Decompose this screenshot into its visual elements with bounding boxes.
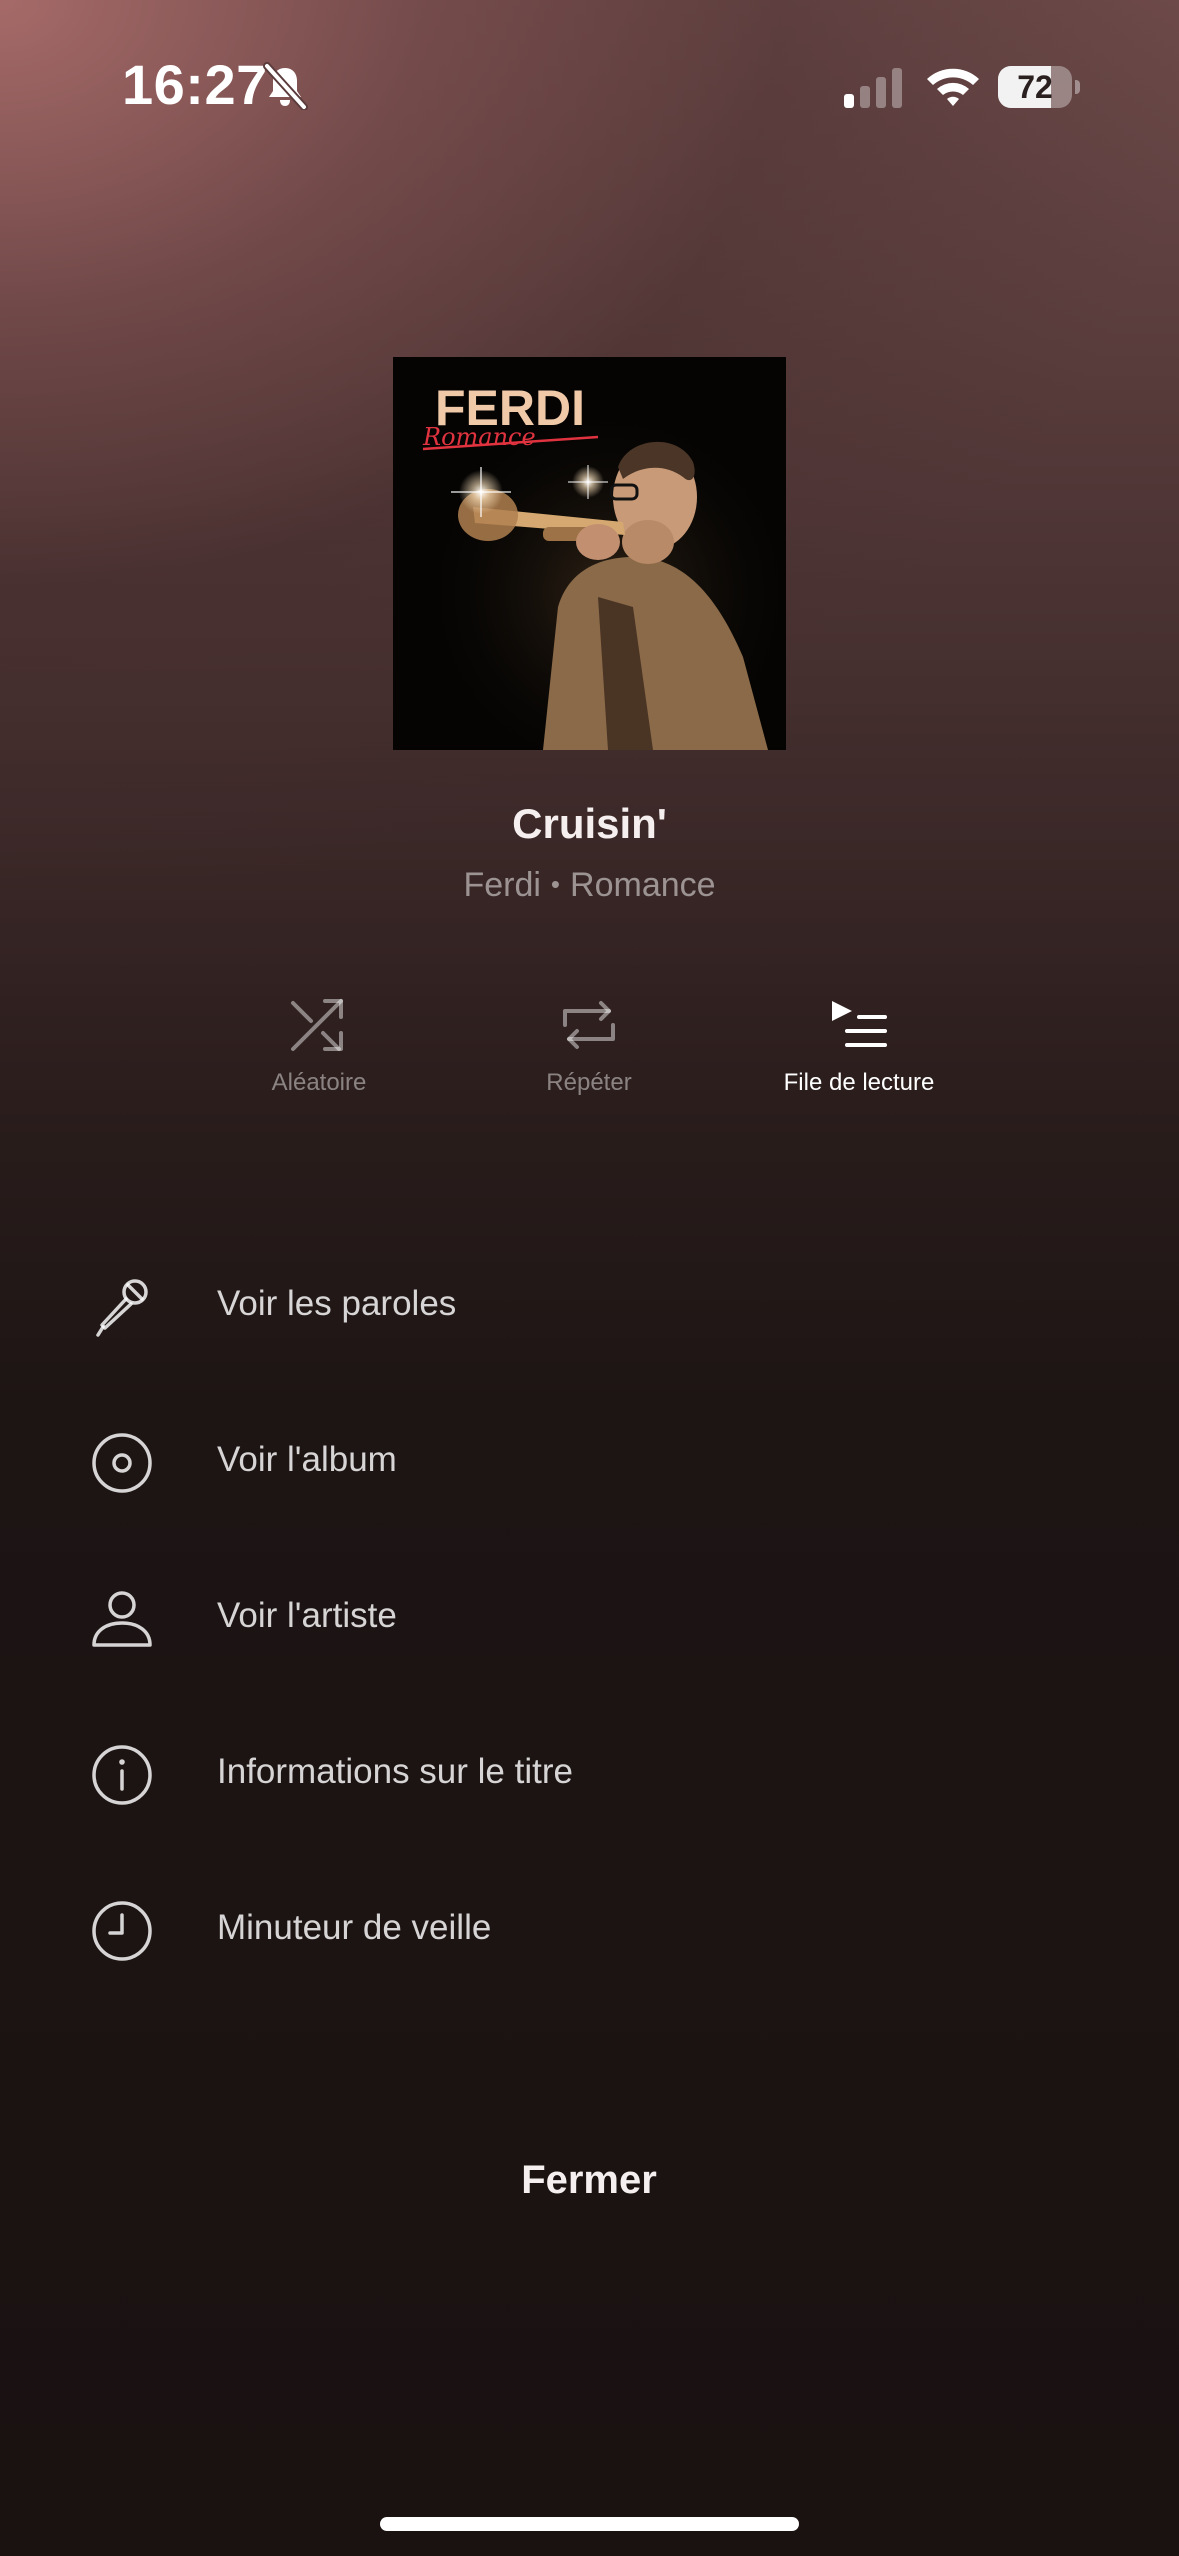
menu-label-track-info: Informations sur le titre — [217, 1752, 573, 1791]
wifi-icon — [927, 68, 979, 106]
menu-label-album: Voir l'album — [217, 1440, 397, 1479]
status-bar: 16:27 72 — [0, 0, 1179, 170]
menu-label-lyrics: Voir les paroles — [217, 1284, 457, 1323]
menu-item-sleep-timer[interactable]: Minuteur de veille — [0, 1852, 1179, 2008]
track-album[interactable]: Romance — [570, 866, 716, 904]
track-subtitle: Ferdi • Romance — [0, 866, 1179, 905]
microphone-icon — [96, 1279, 148, 1337]
person-icon — [92, 1591, 152, 1647]
menu-label-artist: Voir l'artiste — [217, 1596, 397, 1635]
shuffle-icon — [291, 999, 343, 1051]
battery-level: 72 — [1017, 69, 1053, 105]
menu-item-track-info[interactable]: Informations sur le titre — [0, 1696, 1179, 1852]
battery-icon: 72 — [998, 66, 1080, 110]
repeat-icon — [563, 1001, 615, 1049]
repeat-button[interactable]: Répéter — [449, 995, 729, 1135]
close-button[interactable]: Fermer — [389, 2140, 789, 2220]
track-artist[interactable]: Ferdi — [463, 866, 540, 904]
menu-item-artist[interactable]: Voir l'artiste — [0, 1540, 1179, 1696]
queue-icon — [832, 1001, 887, 1047]
menu-item-album[interactable]: Voir l'album — [0, 1384, 1179, 1540]
cellular-signal-icon — [844, 68, 902, 108]
menu-label-sleep-timer: Minuteur de veille — [217, 1908, 492, 1947]
queue-button[interactable]: File de lecture — [719, 995, 999, 1135]
album-disc-icon — [92, 1433, 152, 1493]
queue-label: File de lecture — [783, 1069, 935, 1096]
shuffle-label: Aléatoire — [271, 1069, 367, 1096]
status-time: 16:27 — [122, 53, 268, 116]
home-indicator[interactable] — [380, 2517, 799, 2531]
menu-item-lyrics[interactable]: Voir les paroles — [0, 1228, 1179, 1384]
shuffle-button[interactable]: Aléatoire — [179, 995, 459, 1135]
clock-icon — [92, 1901, 152, 1961]
track-title: Cruisin' — [512, 800, 667, 847]
info-icon — [92, 1745, 152, 1805]
separator-dot: • — [550, 869, 561, 899]
repeat-label: Répéter — [546, 1069, 632, 1096]
album-cover: FERDI Romance — [393, 357, 786, 750]
bell-slash-icon — [263, 62, 308, 110]
